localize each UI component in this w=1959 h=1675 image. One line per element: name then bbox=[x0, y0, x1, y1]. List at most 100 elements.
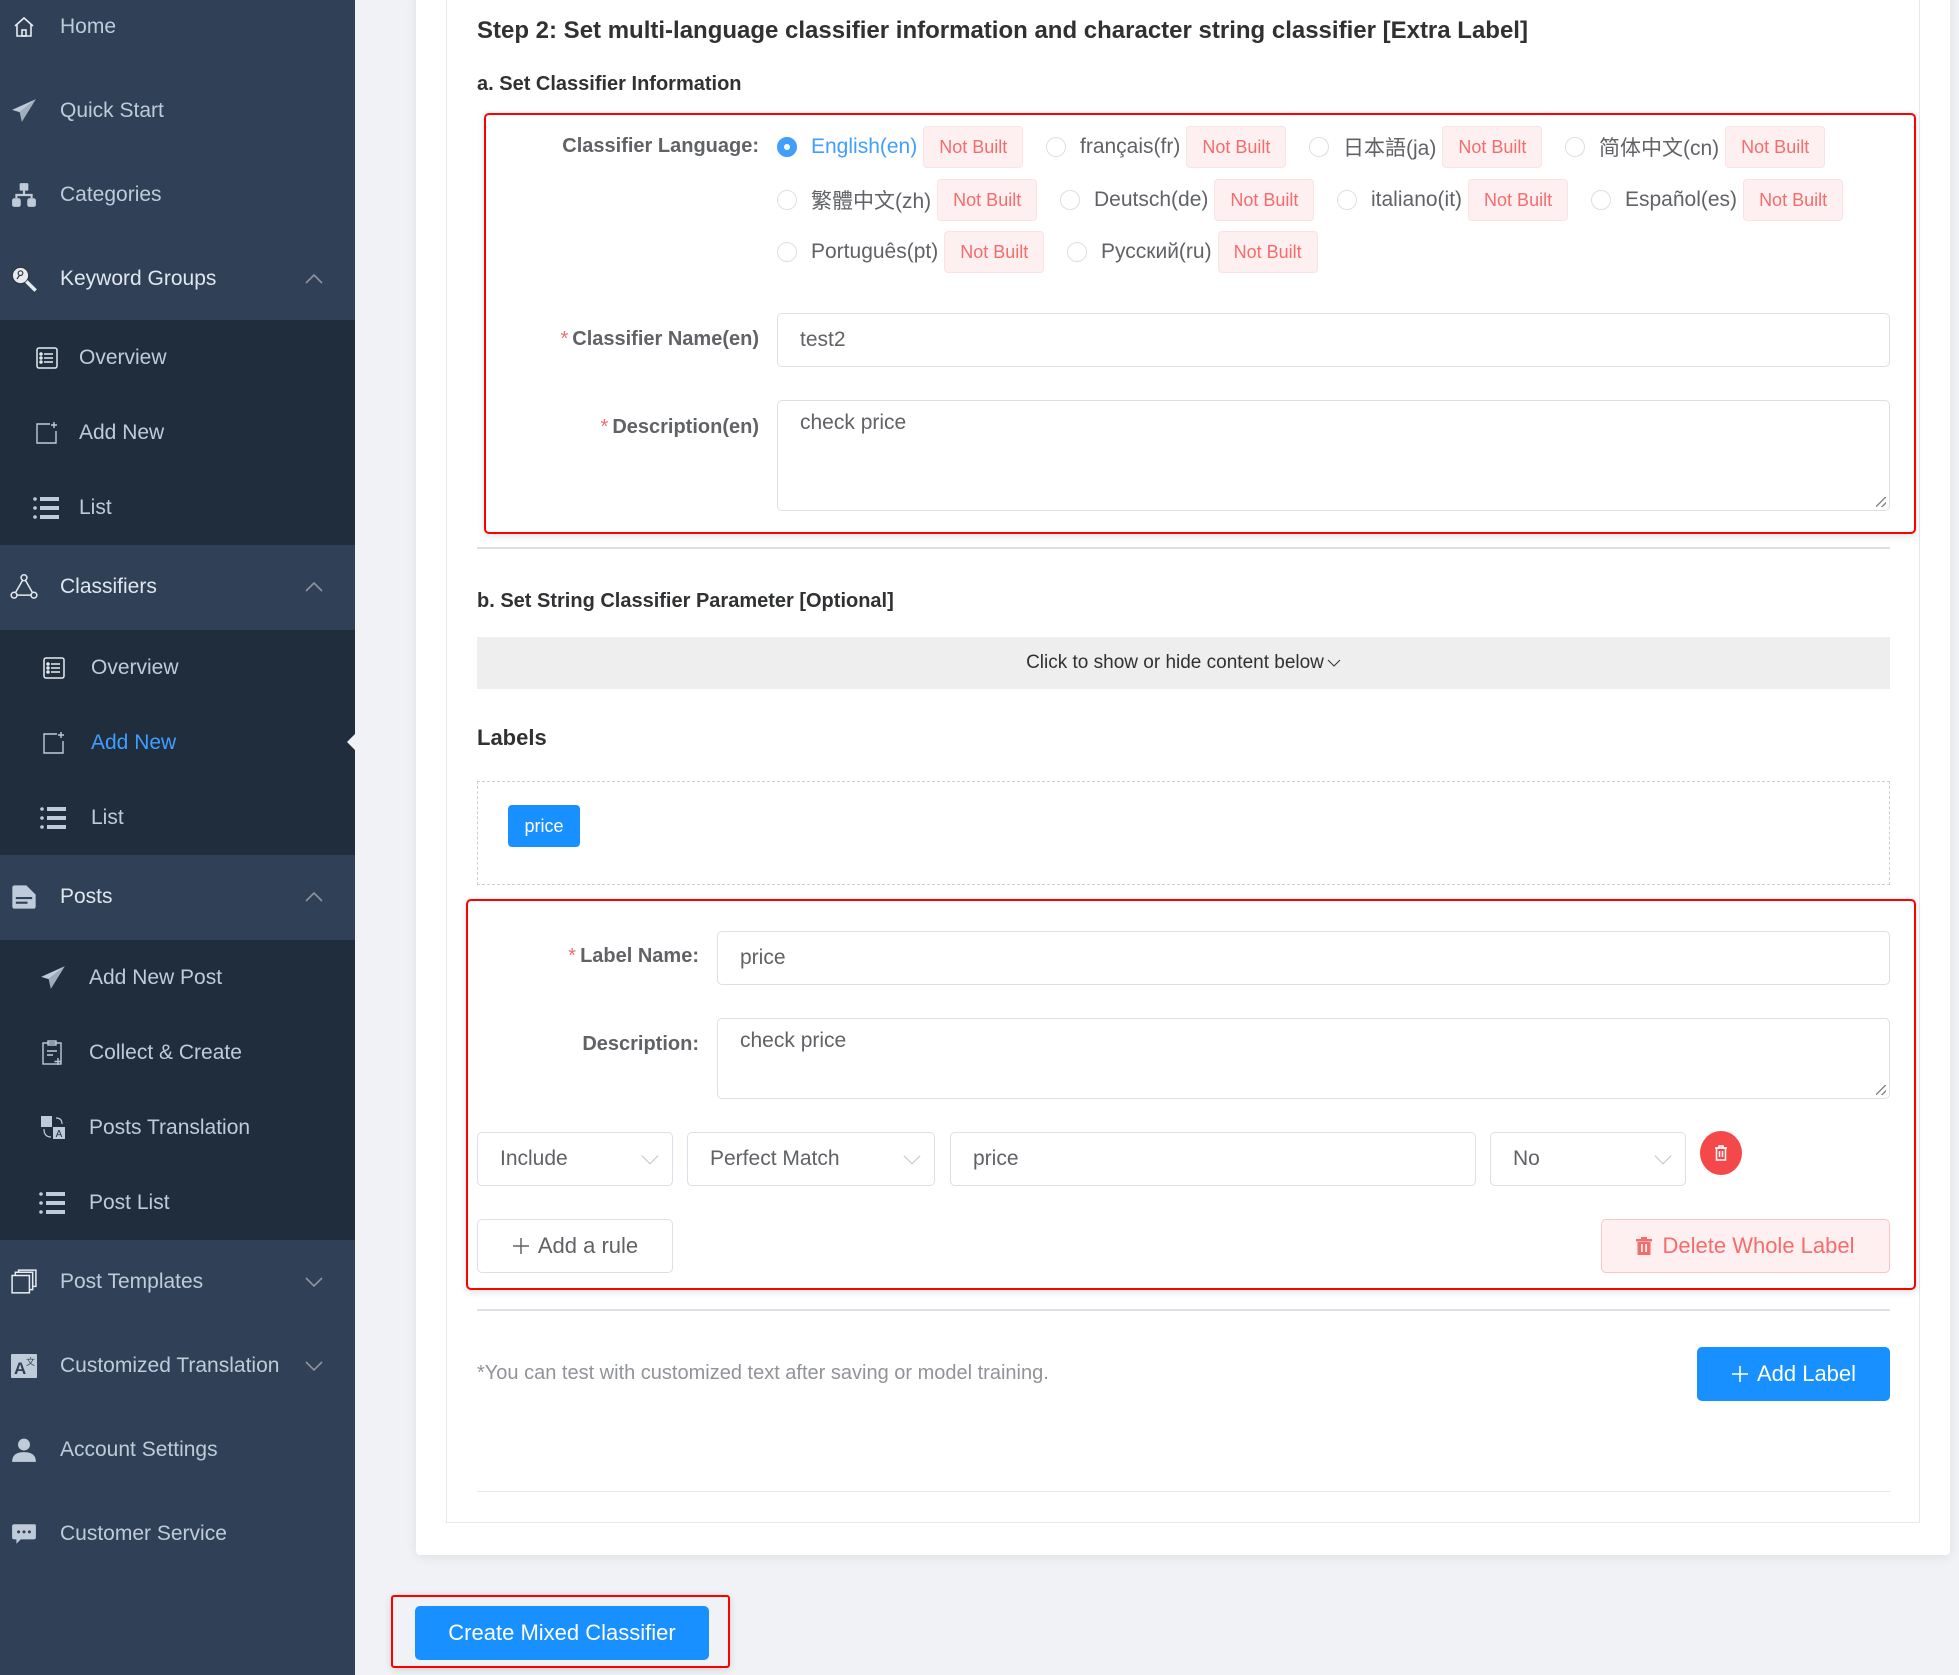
radio-circle bbox=[1067, 242, 1087, 262]
network-icon bbox=[10, 573, 38, 601]
button-label: Add Label bbox=[1756, 1361, 1857, 1386]
chevron-down-icon bbox=[903, 1147, 921, 1165]
trash-icon bbox=[1714, 1145, 1728, 1161]
sidebar-item-label: Account Settings bbox=[60, 1438, 218, 1461]
language-radio-cn[interactable]: 简体中文(cn) Not Built bbox=[1565, 126, 1826, 168]
radio-label: 简体中文(cn) bbox=[1599, 137, 1720, 160]
sidebar-item-label: Classifiers bbox=[60, 575, 157, 598]
sidebar-subitem-posts-translation[interactable]: A Posts Translation bbox=[0, 1090, 355, 1165]
status-badge: Not Built bbox=[923, 126, 1024, 168]
language-radio-pt[interactable]: Português(pt) Not Built bbox=[777, 231, 1045, 273]
sidebar-subitem-post-list[interactable]: Post List bbox=[0, 1165, 355, 1240]
classifier-name-input[interactable]: test2 bbox=[777, 313, 1890, 367]
radio-label: italiano(it) bbox=[1371, 188, 1463, 211]
chat-icon bbox=[10, 1520, 38, 1548]
translate-icon: A bbox=[39, 1114, 67, 1142]
sidebar-subitem-kg-list[interactable]: List bbox=[0, 470, 355, 545]
list-icon bbox=[39, 1189, 67, 1217]
sidebar-item-post-templates[interactable]: Post Templates bbox=[0, 1240, 355, 1324]
match-type-select[interactable]: Perfect Match bbox=[687, 1132, 935, 1186]
plus-icon bbox=[512, 1237, 530, 1255]
sidebar-item-label: List bbox=[91, 805, 124, 829]
include-select[interactable]: Include bbox=[477, 1132, 673, 1186]
section-b-title: b. Set String Classifier Parameter [Opti… bbox=[477, 590, 894, 612]
sidebar-subitem-cls-overview[interactable]: Overview bbox=[0, 630, 355, 705]
list-box-icon bbox=[33, 344, 61, 372]
sitemap-icon bbox=[10, 181, 38, 209]
keyword-groups-submenu: Overview Add New List bbox=[0, 320, 355, 545]
radio-circle bbox=[777, 137, 797, 157]
status-badge: Not Built bbox=[1186, 126, 1287, 168]
language-radio-ru[interactable]: Русский(ru) Not Built bbox=[1067, 231, 1318, 273]
sidebar-item-label: Add New Post bbox=[89, 965, 223, 989]
add-rule-button[interactable]: Add a rule bbox=[477, 1219, 673, 1273]
language-radio-de[interactable]: Deutsch(de) Not Built bbox=[1060, 179, 1315, 221]
section-divider bbox=[477, 1309, 1890, 1311]
sidebar-item-label: Collect & Create bbox=[89, 1040, 242, 1064]
svg-text:文: 文 bbox=[26, 1356, 35, 1367]
sidebar-subitem-collect-create[interactable]: Collect & Create bbox=[0, 1015, 355, 1090]
radio-label: Español(es) bbox=[1625, 188, 1738, 211]
label-chip[interactable]: price bbox=[508, 805, 580, 847]
clipboard-add-icon bbox=[39, 1039, 67, 1067]
list-icon bbox=[33, 494, 61, 522]
sidebar-subitem-kg-add-new[interactable]: Add New bbox=[0, 395, 355, 470]
language-radio-fr[interactable]: français(fr) Not Built bbox=[1046, 126, 1287, 168]
sidebar-subitem-cls-list[interactable]: List bbox=[0, 780, 355, 855]
sidebar-item-account-settings[interactable]: Account Settings bbox=[0, 1408, 355, 1492]
radio-label: 日本語(ja) bbox=[1343, 137, 1437, 160]
sidebar-item-customized-translation[interactable]: A文 Customized Translation bbox=[0, 1324, 355, 1408]
sidebar-item-posts[interactable]: Posts bbox=[0, 855, 355, 939]
sidebar-subitem-add-new-post[interactable]: Add New Post bbox=[0, 940, 355, 1015]
list-box-icon bbox=[40, 654, 68, 682]
sidebar-item-label: Overview bbox=[91, 655, 179, 679]
chevron-down-icon bbox=[302, 1354, 326, 1378]
label-name-input[interactable]: price bbox=[717, 931, 1890, 985]
sidebar-item-label: Add New bbox=[91, 730, 177, 754]
status-badge: Not Built bbox=[1743, 179, 1844, 221]
classifier-language-label: Classifier Language: bbox=[562, 135, 759, 157]
language-radio-en[interactable]: English(en) Not Built bbox=[777, 126, 1024, 168]
radio-circle bbox=[1337, 190, 1357, 210]
sidebar-item-label: Categories bbox=[60, 183, 162, 206]
sidebar-item-categories[interactable]: Categories bbox=[0, 153, 355, 237]
sidebar-item-customer-service[interactable]: Customer Service bbox=[0, 1492, 355, 1576]
add-label-button[interactable]: Add Label bbox=[1697, 1347, 1890, 1401]
textarea-value: check price bbox=[740, 1029, 847, 1052]
label-description-textarea[interactable]: check price bbox=[717, 1018, 1890, 1099]
chevron-down-icon bbox=[1327, 658, 1341, 668]
delete-whole-label-button[interactable]: Delete Whole Label bbox=[1601, 1219, 1890, 1273]
sidebar-item-classifiers[interactable]: Classifiers bbox=[0, 545, 355, 629]
resize-handle-icon[interactable] bbox=[1876, 1085, 1886, 1095]
sidebar-subitem-cls-add-new[interactable]: Add New bbox=[0, 705, 356, 780]
copy-icon bbox=[10, 1268, 38, 1296]
case-sensitive-select[interactable]: No bbox=[1490, 1132, 1686, 1186]
sidebar-item-keyword-groups[interactable]: Keyword Groups bbox=[0, 237, 355, 321]
radio-circle bbox=[1060, 190, 1080, 210]
labels-title: Labels bbox=[477, 725, 547, 750]
keyword-input[interactable]: price bbox=[950, 1132, 1476, 1186]
description-textarea[interactable]: check price bbox=[777, 400, 1890, 511]
radio-circle bbox=[777, 190, 797, 210]
select-value: Perfect Match bbox=[710, 1147, 840, 1170]
chevron-down-icon bbox=[641, 1147, 659, 1165]
sidebar-item-label: Home bbox=[60, 15, 117, 38]
language-radio-es[interactable]: Español(es) Not Built bbox=[1591, 179, 1844, 221]
sidebar-item-label: List bbox=[79, 495, 112, 519]
sidebar-item-quick-start[interactable]: Quick Start bbox=[0, 69, 355, 153]
language-radio-it[interactable]: italiano(it) Not Built bbox=[1337, 179, 1569, 221]
list-icon bbox=[40, 804, 68, 832]
sidebar-item-home[interactable]: Home bbox=[0, 0, 355, 69]
language-icon: A文 bbox=[10, 1352, 38, 1380]
collapse-toggle[interactable]: Click to show or hide content below bbox=[477, 637, 1890, 689]
paper-plane-icon bbox=[39, 964, 67, 992]
delete-rule-button[interactable] bbox=[1700, 1131, 1742, 1175]
radio-label: English(en) bbox=[811, 135, 918, 158]
active-indicator bbox=[347, 733, 356, 751]
resize-handle-icon[interactable] bbox=[1876, 497, 1886, 507]
language-radio-zh[interactable]: 繁體中文(zh) Not Built bbox=[777, 179, 1038, 221]
radio-circle bbox=[1309, 137, 1329, 157]
sidebar-subitem-kg-overview[interactable]: Overview bbox=[0, 320, 355, 395]
language-radio-ja[interactable]: 日本語(ja) Not Built bbox=[1309, 126, 1543, 168]
create-mixed-classifier-button[interactable]: Create Mixed Classifier bbox=[415, 1606, 709, 1660]
